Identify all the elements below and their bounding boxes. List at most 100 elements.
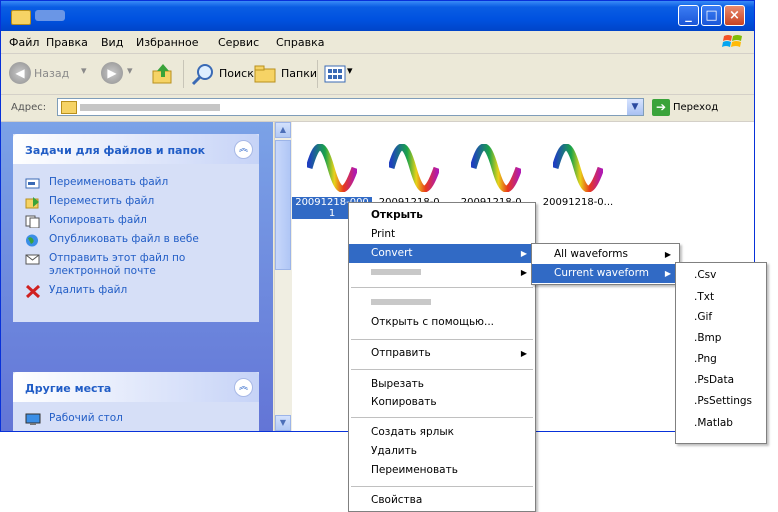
task-move-file[interactable]: Переместить файл bbox=[13, 195, 259, 214]
menu-open-with[interactable]: Открыть с помощью... bbox=[349, 313, 535, 332]
waveform-file-icon bbox=[305, 143, 359, 193]
scroll-thumb[interactable] bbox=[275, 140, 291, 270]
format-png[interactable]: .Png bbox=[676, 350, 766, 369]
menu-current-waveform[interactable]: Current waveform ▶ bbox=[532, 264, 679, 283]
menu-create-shortcut[interactable]: Создать ярлык bbox=[349, 423, 535, 442]
maximize-button[interactable]: □ bbox=[701, 5, 722, 26]
address-blurred-path bbox=[80, 104, 220, 111]
submenu-arrow-icon: ▶ bbox=[520, 349, 527, 358]
task-label: Переименовать файл bbox=[49, 176, 169, 188]
submenu-arrow-icon: ▶ bbox=[520, 268, 527, 277]
menu-convert[interactable]: Convert ▶ bbox=[349, 244, 535, 263]
collapse-icon[interactable]: ︽ bbox=[234, 378, 253, 397]
back-dropdown-icon[interactable]: ▾ bbox=[81, 64, 87, 77]
task-label: Удалить файл bbox=[49, 284, 128, 296]
go-icon[interactable]: ➔ bbox=[652, 99, 670, 116]
format-gif[interactable]: .Gif bbox=[676, 308, 766, 327]
task-publish-file[interactable]: Опубликовать файл в вебе bbox=[13, 233, 259, 252]
menu-copy[interactable]: Копировать bbox=[349, 393, 535, 412]
task-copy-file[interactable]: Копировать файл bbox=[13, 214, 259, 233]
menu-view[interactable]: Вид bbox=[101, 36, 123, 49]
menu-current-waveform-label: Current waveform bbox=[554, 267, 649, 279]
views-icon[interactable] bbox=[324, 64, 346, 84]
waveform-file-icon bbox=[551, 143, 605, 193]
menu-open[interactable]: Открыть bbox=[349, 206, 535, 225]
menu-send-to-label: Отправить bbox=[371, 347, 431, 359]
search-icon[interactable] bbox=[191, 62, 215, 86]
menu-convert-label: Convert bbox=[371, 247, 413, 259]
email-icon bbox=[25, 254, 40, 265]
task-delete-file[interactable]: Удалить файл bbox=[13, 284, 259, 303]
file-item[interactable]: 20091218-0... bbox=[456, 143, 536, 208]
file-label[interactable]: 20091218-0... bbox=[538, 197, 618, 208]
address-bar: Адрес: ▼ ➔ Переход bbox=[1, 95, 754, 122]
task-pane-scrollbar[interactable]: ▲ ▼ bbox=[274, 122, 292, 431]
globe-icon bbox=[26, 234, 38, 247]
format-matlab[interactable]: .Matlab bbox=[676, 414, 766, 433]
window-title-blurred bbox=[35, 10, 65, 21]
format-txt[interactable]: .Txt bbox=[676, 288, 766, 307]
place-desktop[interactable]: Рабочий стол bbox=[13, 412, 259, 431]
other-places-header[interactable]: Другие места ︽ bbox=[13, 372, 259, 402]
forward-dropdown-icon[interactable]: ▾ bbox=[127, 64, 133, 77]
task-email-file[interactable]: Отправить этот файл по электронной почте bbox=[13, 252, 259, 284]
views-dropdown-icon[interactable]: ▾ bbox=[347, 64, 353, 77]
collapse-icon[interactable]: ︽ bbox=[234, 140, 253, 159]
file-tasks-header[interactable]: Задачи для файлов и папок ︽ bbox=[13, 134, 259, 164]
task-rename-file[interactable]: Переименовать файл bbox=[13, 176, 259, 195]
menu-edit[interactable]: Правка bbox=[46, 36, 88, 49]
menu-separator bbox=[351, 486, 533, 487]
move-icon bbox=[25, 197, 39, 209]
menu-print[interactable]: Print bbox=[349, 225, 535, 244]
menu-all-waveforms[interactable]: All waveforms ▶ bbox=[532, 245, 679, 264]
menu-send-to[interactable]: Отправить ▶ bbox=[349, 344, 535, 363]
menu-separator bbox=[351, 339, 533, 340]
format-csv[interactable]: .Csv bbox=[676, 266, 766, 285]
close-button[interactable]: × bbox=[724, 5, 745, 26]
context-menu: Открыть Print Convert ▶ ▶ Открыть с помо… bbox=[348, 202, 536, 512]
search-button[interactable]: Поиск bbox=[219, 67, 254, 80]
task-label: Копировать файл bbox=[49, 214, 147, 226]
menu-properties[interactable]: Свойства bbox=[349, 491, 535, 510]
format-bmp[interactable]: .Bmp bbox=[676, 329, 766, 348]
task-label: Переместить файл bbox=[49, 195, 155, 207]
other-places-title: Другие места bbox=[25, 382, 112, 395]
minimize-button[interactable]: _ bbox=[678, 5, 699, 26]
blurred-text bbox=[371, 299, 431, 305]
folders-button[interactable]: Папки bbox=[281, 67, 317, 80]
back-icon[interactable]: ◀ bbox=[9, 62, 31, 84]
submenu-arrow-icon: ▶ bbox=[664, 250, 671, 259]
scroll-down-icon[interactable]: ▼ bbox=[275, 415, 291, 431]
menu-tools[interactable]: Сервис bbox=[218, 36, 259, 49]
up-icon[interactable] bbox=[151, 62, 175, 86]
chevron-down-icon[interactable]: ▼ bbox=[627, 99, 643, 115]
forward-icon[interactable]: ▶ bbox=[101, 62, 123, 84]
back-label[interactable]: Назад bbox=[34, 67, 69, 80]
menu-cut[interactable]: Вырезать bbox=[349, 375, 535, 394]
menu-blurred-item[interactable] bbox=[349, 293, 535, 312]
file-item[interactable]: 20091218-0... bbox=[374, 143, 454, 208]
menu-help[interactable]: Справка bbox=[276, 36, 324, 49]
title-bar[interactable]: _ □ × bbox=[1, 1, 754, 31]
waveform-file-icon bbox=[469, 143, 523, 193]
format-pssettings[interactable]: .PsSettings bbox=[676, 392, 766, 411]
format-psdata[interactable]: .PsData bbox=[676, 371, 766, 390]
menu-rename[interactable]: Переименовать bbox=[349, 461, 535, 480]
menu-delete[interactable]: Удалить bbox=[349, 442, 535, 461]
go-button[interactable]: Переход bbox=[673, 102, 718, 113]
folder-icon bbox=[61, 101, 77, 114]
toolbar: ◀ Назад ▾ ▶ ▾ Поиск Папки ▾ bbox=[1, 54, 754, 95]
desktop-icon bbox=[25, 413, 41, 425]
menu-file[interactable]: Файл bbox=[9, 36, 39, 49]
toolbar-separator bbox=[183, 60, 184, 88]
address-input[interactable]: ▼ bbox=[57, 98, 644, 116]
file-item[interactable]: 20091218-0... bbox=[538, 143, 618, 208]
copy-icon bbox=[25, 215, 40, 228]
scroll-up-icon[interactable]: ▲ bbox=[275, 122, 291, 138]
file-tasks-title: Задачи для файлов и папок bbox=[25, 144, 206, 157]
folders-icon[interactable] bbox=[253, 64, 277, 84]
menu-favorites[interactable]: Избранное bbox=[136, 36, 198, 49]
menu-blurred-item[interactable]: ▶ bbox=[349, 263, 535, 282]
menu-bar: Файл Правка Вид Избранное Сервис Справка bbox=[1, 31, 754, 54]
submenu-arrow-icon: ▶ bbox=[664, 269, 671, 278]
